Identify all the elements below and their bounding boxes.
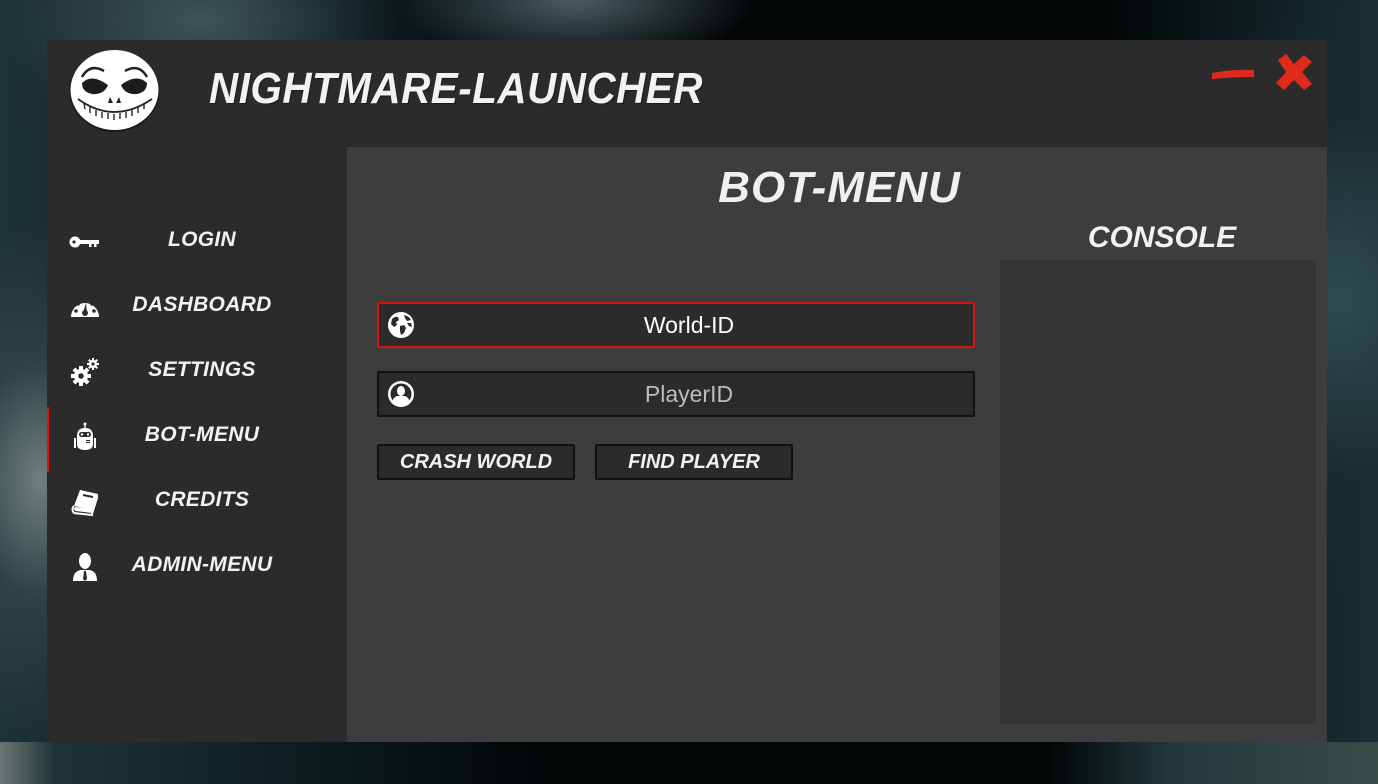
sidebar-item-label: CREDITS: [154, 488, 250, 511]
sidebar-item-label: LOGIN: [168, 228, 236, 251]
skull-face-icon: [68, 47, 161, 133]
bot-menu-panel: BOT-MENU World-ID PlayerID CRASH WORLD F…: [347, 147, 1327, 742]
globe-icon: [387, 311, 415, 339]
console-output[interactable]: [1000, 260, 1316, 724]
close-button[interactable]: [1272, 52, 1316, 92]
sidebar-item-dashboard[interactable]: DASHBOARD: [47, 277, 347, 337]
sidebar-item-credits[interactable]: CREDITS: [47, 472, 347, 532]
app-title: NIGHTMARE-LAUNCHER: [209, 64, 704, 113]
sidebar-item-admin-menu[interactable]: ADMIN-MENU: [47, 537, 347, 597]
world-id-field[interactable]: [377, 302, 975, 348]
find-player-button[interactable]: FIND PLAYER: [595, 444, 793, 480]
sidebar: LOGIN DASHBOARD SETTINGS BOT-MENU CREDIT…: [47, 147, 347, 742]
player-id-field[interactable]: [377, 371, 975, 417]
sidebar-item-settings[interactable]: SETTINGS: [47, 342, 347, 402]
speedometer-icon: [69, 291, 101, 323]
sidebar-item-login[interactable]: LOGIN: [47, 212, 347, 272]
key-icon: [69, 226, 101, 258]
console-title: CONSOLE: [1087, 221, 1237, 254]
sidebar-item-bot-menu[interactable]: BOT-MENU: [47, 407, 347, 472]
minimize-button[interactable]: [1209, 62, 1257, 82]
sidebar-item-label: DASHBOARD: [132, 293, 272, 316]
close-icon: [1276, 54, 1312, 90]
admin-user-icon: [69, 551, 101, 583]
sidebar-item-label: ADMIN-MENU: [131, 553, 273, 576]
launcher-window: NIGHTMARE-LAUNCHER LOGIN DASHBOARD SETTI…: [47, 40, 1327, 742]
sidebar-item-label: BOT-MENU: [144, 423, 260, 446]
page-title: BOT-MENU: [718, 163, 961, 212]
gears-icon: [69, 356, 101, 388]
book-icon: [69, 486, 101, 518]
crash-world-button[interactable]: CRASH WORLD: [377, 444, 575, 480]
world-id-input[interactable]: [419, 304, 959, 346]
background-bottom: [0, 742, 1378, 784]
player-id-input[interactable]: [419, 373, 959, 415]
robot-icon: [69, 421, 101, 453]
user-circle-icon: [387, 380, 415, 408]
minimize-icon: [1212, 69, 1254, 79]
sidebar-item-label: SETTINGS: [148, 358, 256, 381]
title-bar[interactable]: NIGHTMARE-LAUNCHER: [47, 40, 1327, 147]
